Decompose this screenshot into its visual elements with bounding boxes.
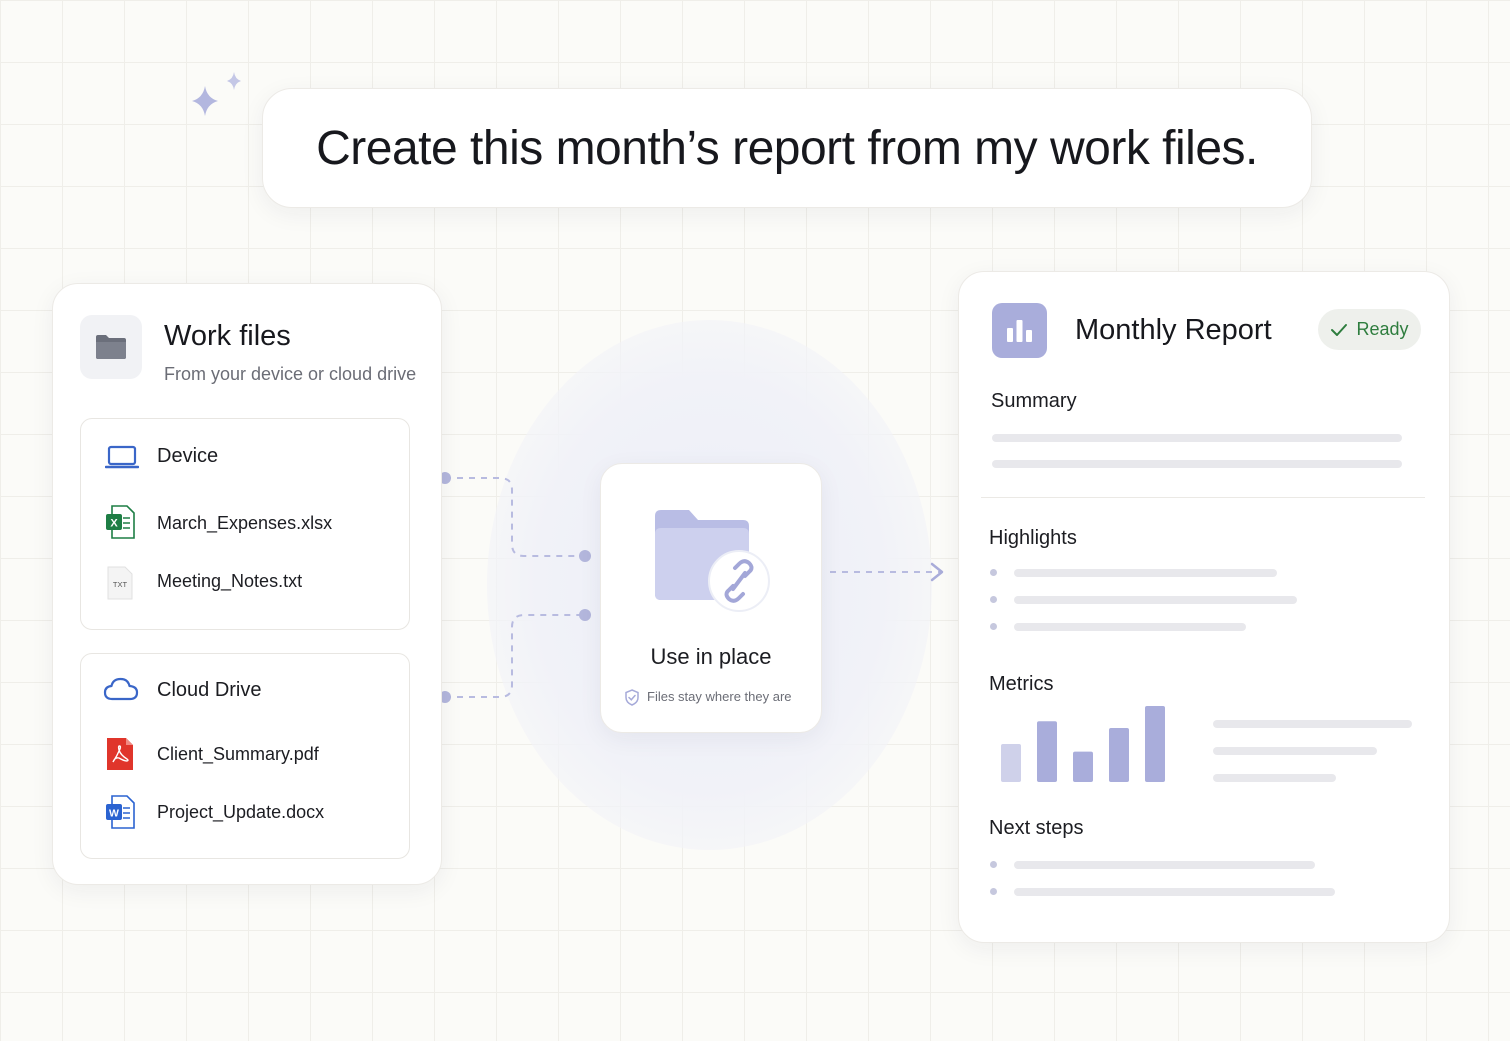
bar-chart-icon [992, 303, 1047, 358]
use-in-place-card: Use in place Files stay where they are [600, 463, 822, 733]
file-name: Meeting_Notes.txt [157, 571, 303, 591]
bullet-dot [990, 623, 997, 630]
word-file-icon: W [106, 795, 135, 829]
monthly-report-card: Monthly Report Ready Summary Highlights … [958, 271, 1450, 943]
svg-text:W: W [109, 808, 119, 820]
section-divider [981, 497, 1425, 498]
bullet-dot [990, 861, 997, 868]
laptop-icon [105, 445, 139, 469]
connector-dot [579, 609, 591, 621]
check-icon [1331, 323, 1348, 336]
summary-line [992, 434, 1402, 442]
highlights-heading: Highlights [989, 527, 1077, 549]
use-in-place-subtitle: Files stay where they are [647, 689, 792, 704]
prompt-bubble: Create this month’s report from my work … [262, 88, 1312, 208]
work-files-subtitle: From your device or cloud drive [164, 364, 417, 384]
metric-bar [1109, 728, 1129, 782]
device-group-title: Device [157, 445, 219, 467]
linked-folder-icon [655, 510, 770, 612]
file-name: Client_Summary.pdf [157, 744, 319, 764]
svg-text:X: X [110, 518, 118, 530]
bullet-dot [990, 888, 997, 895]
metric-bar [1037, 721, 1057, 782]
work-files-title: Work files [164, 320, 291, 352]
metrics-line [1213, 747, 1377, 755]
report-title: Monthly Report [1075, 314, 1272, 346]
sparkle-icon [192, 72, 241, 116]
next-steps-heading: Next steps [989, 817, 1084, 839]
next-step-line [1014, 888, 1335, 896]
metrics-line [1213, 720, 1412, 728]
file-name: Project_Update.docx [157, 802, 325, 822]
metrics-heading: Metrics [989, 673, 1054, 695]
txt-file-icon: TXT [107, 566, 133, 600]
cloud-drive-group: Cloud Drive Client_Summary.pdf W Project… [80, 653, 410, 859]
pdf-file-icon [107, 738, 133, 770]
metrics-line [1213, 774, 1336, 782]
device-group: Device X March_Expenses.xlsx TXT Meeting… [80, 418, 410, 630]
metric-bar [1073, 751, 1093, 782]
work-files-card: Work files From your device or cloud dri… [52, 283, 442, 885]
file-name: March_Expenses.xlsx [157, 513, 333, 533]
arrow-right-icon [930, 562, 944, 582]
next-step-line [1014, 861, 1315, 869]
metric-bar [1001, 744, 1021, 782]
txt-badge: TXT [113, 580, 128, 589]
connector-dot [579, 550, 591, 562]
metric-bar [1145, 706, 1165, 782]
folder-icon [96, 335, 126, 359]
bullet-dot [990, 569, 997, 576]
use-in-place-title: Use in place [650, 644, 772, 669]
highlight-line [1014, 569, 1277, 577]
cloud-drive-group-title: Cloud Drive [157, 679, 262, 701]
cloud-icon [103, 677, 139, 701]
check-shield-icon [625, 689, 639, 706]
summary-heading: Summary [991, 390, 1077, 412]
status-label: Ready [1356, 319, 1409, 339]
prompt-text: Create this month’s report from my work … [316, 121, 1258, 175]
excel-file-icon: X [106, 505, 135, 539]
highlight-line [1014, 596, 1297, 604]
highlight-line [1014, 623, 1246, 631]
bullet-dot [990, 596, 997, 603]
metrics-chart [1001, 706, 1165, 782]
summary-line [992, 460, 1402, 468]
status-badge: Ready [1318, 309, 1421, 350]
folder-tile [80, 315, 142, 379]
